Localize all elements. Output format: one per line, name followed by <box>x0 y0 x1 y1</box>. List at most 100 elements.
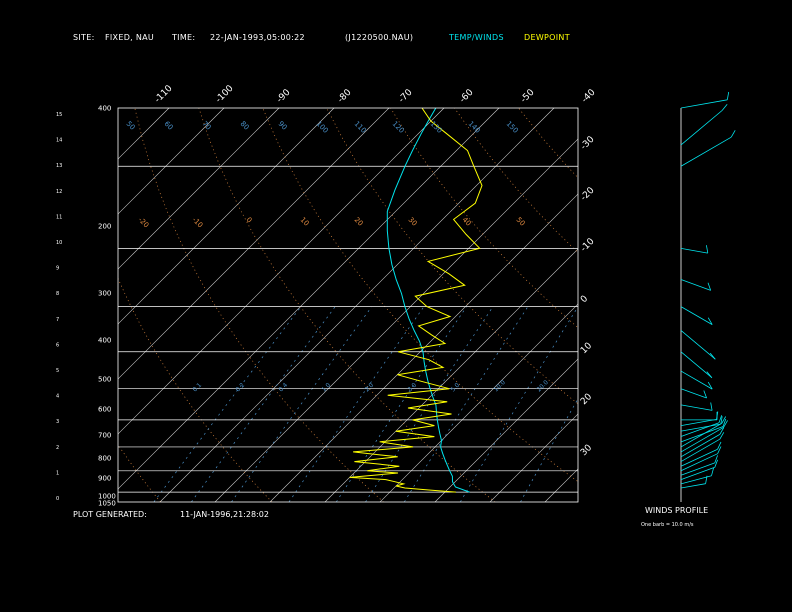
temp-tick-label-right: 10 <box>579 341 594 356</box>
isotherm-line <box>0 108 59 502</box>
mixing-ratio-label: 0.4 <box>277 382 289 394</box>
theta-label: 80 <box>239 120 251 132</box>
isotherm-line <box>710 108 792 502</box>
temp-tick-label-top: -40 <box>580 87 598 105</box>
height-tick-label: 0 <box>56 496 59 502</box>
pressure-tick-label: 400 <box>98 337 111 345</box>
mixing-ratio-label: 1.0 <box>320 382 332 394</box>
mixing-ratio-line <box>288 306 425 502</box>
wind-barb-shaft <box>680 475 712 485</box>
isotherm-line <box>655 108 792 502</box>
mixing-ratio-line <box>191 306 336 502</box>
wind-barb-flag <box>709 352 716 360</box>
wind-barb-shaft <box>680 438 720 462</box>
barb-note: One barb = 10.0 m/s <box>641 522 694 528</box>
wind-barb-shaft <box>680 404 713 411</box>
dry-adiabat-label: 50 <box>515 216 527 228</box>
mixing-ratio-label: 20.0 <box>535 379 550 394</box>
mixing-ratio-line <box>231 306 373 502</box>
height-tick-label: 3 <box>56 419 59 425</box>
temp-tick-label-right: -30 <box>579 134 597 152</box>
mixing-ratio-label: 5.0 <box>449 382 461 394</box>
pressure-tick-label: 400 <box>98 105 111 113</box>
dry-adiabat-line <box>454 108 578 254</box>
isotherm-line <box>0 108 4 502</box>
dewpoint-trace <box>349 108 483 493</box>
temp-tick-label-top: -80 <box>336 87 354 105</box>
temp-tick-label-right: -20 <box>579 185 597 203</box>
height-tick-label: 10 <box>56 240 62 246</box>
height-tick-label: 15 <box>56 112 62 118</box>
dry-adiabat-label: 10 <box>299 216 311 228</box>
theta-label: 90 <box>277 120 289 132</box>
height-tick-label: 11 <box>56 214 62 220</box>
isotherm-line <box>214 138 578 502</box>
wind-barb-flag <box>706 245 709 254</box>
isotherm-line <box>118 108 280 270</box>
wind-barb-shaft <box>680 423 722 448</box>
pressure-tick-label: 1050 <box>98 500 116 508</box>
wind-barb-shaft <box>680 330 716 360</box>
dry-adiabat-line <box>198 108 496 502</box>
theta-label: 50 <box>125 120 137 132</box>
theta-label: 100 <box>315 120 330 135</box>
wind-barb-shaft <box>680 434 721 458</box>
temp-tick-label-right: 0 <box>579 294 590 305</box>
wind-barb-shaft <box>680 136 732 167</box>
wind-barb-shaft <box>680 279 711 291</box>
plot-generated-value: 11-JAN-1996,21:28:02 <box>180 510 269 519</box>
theta-label: 110 <box>353 120 368 135</box>
height-tick-label: 9 <box>56 266 59 272</box>
isotherm-line <box>118 108 225 215</box>
temperature-trace <box>386 108 470 493</box>
wind-barb-flag <box>730 130 736 138</box>
plot-area <box>0 108 792 502</box>
height-tick-label: 2 <box>56 445 59 451</box>
dry-adiabat-line <box>118 277 273 502</box>
wind-barb-shaft <box>680 306 713 325</box>
mixing-ratio-label: 0.1 <box>191 382 203 394</box>
temp-tick-label-top: -70 <box>397 87 415 105</box>
height-tick-label: 6 <box>56 342 59 348</box>
temp-tick-label-top: -100 <box>214 83 236 105</box>
temp-tick-label-right: 20 <box>579 392 594 407</box>
theta-label: 130 <box>429 120 444 135</box>
pressure-tick-label: 700 <box>98 432 111 440</box>
mixing-ratio-label: 10.0 <box>492 379 507 394</box>
dry-adiabat-label: 0 <box>245 216 254 225</box>
wind-barb-shaft <box>680 247 708 254</box>
dry-adiabat-line <box>390 108 578 329</box>
wind-barb-flag <box>711 467 714 476</box>
theta-label: 140 <box>467 120 482 135</box>
pressure-tick-label: 500 <box>98 376 111 384</box>
wind-barb-shaft <box>680 99 728 109</box>
theta-label: 150 <box>505 120 520 135</box>
isotherm-line <box>118 108 170 160</box>
plot-generated-label: PLOT GENERATED: <box>73 510 147 519</box>
wind-barb-shaft <box>680 110 723 146</box>
wind-barb-flag <box>706 371 713 378</box>
isotherm-line <box>118 108 335 325</box>
mixing-ratio-label: 0.2 <box>234 382 246 394</box>
skew-t-chart: 4002003004005006007008009001000105015141… <box>0 83 792 508</box>
dry-adiabat-line <box>646 108 792 502</box>
isotherm-line <box>379 303 578 502</box>
wind-barb-flag <box>721 104 728 111</box>
mixing-ratio-line <box>153 306 302 502</box>
dry-adiabat-line <box>774 108 792 502</box>
temp-tick-label-top: -60 <box>458 87 476 105</box>
height-tick-label: 5 <box>56 368 59 374</box>
height-tick-label: 8 <box>56 291 59 297</box>
height-tick-label: 14 <box>56 138 62 144</box>
height-tick-label: 1 <box>56 470 59 476</box>
mixing-ratio-label: 2.0 <box>363 382 375 394</box>
dry-adiabat-line <box>118 444 161 502</box>
height-tick-label: 4 <box>56 394 59 400</box>
pressure-tick-label: 900 <box>98 475 111 483</box>
dry-adiabat-label: 30 <box>407 216 419 228</box>
mixing-ratio-line <box>520 398 578 502</box>
height-tick-label: 7 <box>56 317 59 323</box>
winds-profile-label: WINDS PROFILE <box>645 506 709 515</box>
pressure-tick-label: 600 <box>98 406 111 414</box>
wind-barb-shaft <box>680 483 706 489</box>
